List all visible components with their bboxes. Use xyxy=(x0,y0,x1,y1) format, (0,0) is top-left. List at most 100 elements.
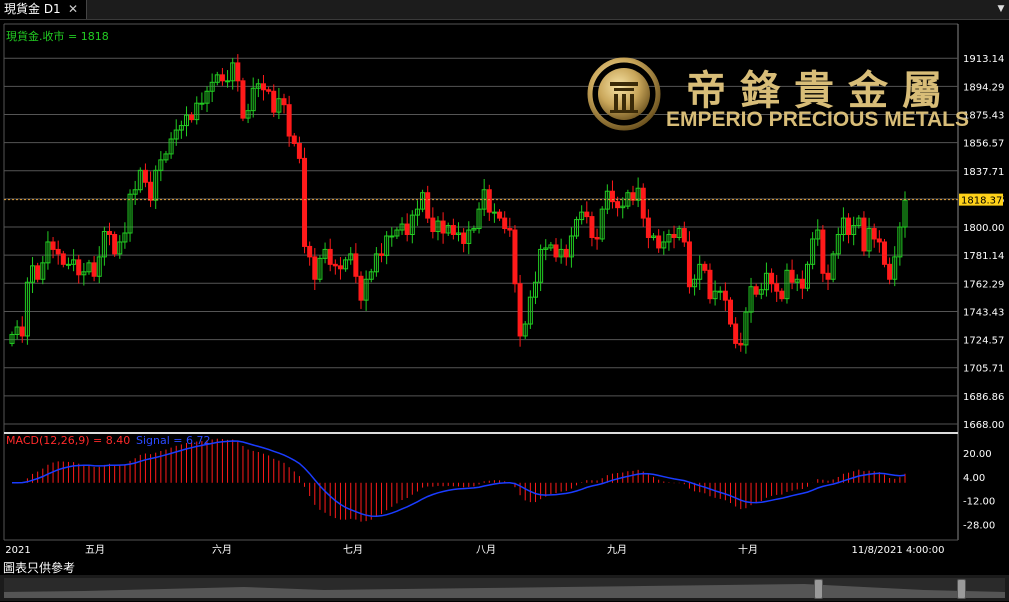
candle-body xyxy=(19,326,25,337)
price-tick-label: 1781.14 xyxy=(963,251,1004,262)
candle-body xyxy=(281,98,287,106)
time-axis-label: 七月 xyxy=(343,544,363,556)
price-tick-label: 1856.57 xyxy=(963,139,1004,150)
candle-body xyxy=(199,102,205,105)
candle-body xyxy=(225,80,231,83)
candle-body xyxy=(774,283,780,292)
macd-readout: MACD(12,26,9) = 8.40 xyxy=(6,434,131,447)
price-tick-label: 1705.71 xyxy=(963,364,1004,375)
time-axis-label: 九月 xyxy=(607,544,627,556)
candle-body xyxy=(148,181,154,201)
scroll-track[interactable] xyxy=(4,578,1005,598)
candle-body xyxy=(142,169,148,183)
candle-body xyxy=(353,253,359,277)
candle-body xyxy=(266,89,272,92)
candle-body xyxy=(553,244,559,258)
candle-body xyxy=(584,211,590,218)
candle-body xyxy=(589,216,595,238)
candle-body xyxy=(91,262,97,277)
candle-body xyxy=(358,275,364,301)
candle-body xyxy=(846,217,852,235)
candle-body xyxy=(337,265,343,270)
price-tick-label: 1668.00 xyxy=(963,420,1004,431)
price-tick-label: 1894.29 xyxy=(963,82,1004,93)
macd-tick-label: 20.00 xyxy=(963,449,992,460)
candle-body xyxy=(722,290,728,301)
candle-body xyxy=(671,234,677,238)
chart-scrollbar[interactable] xyxy=(0,575,1009,601)
candle-body xyxy=(594,236,600,240)
candle-body xyxy=(517,283,523,337)
disclaimer-text: 圖表只供參考 xyxy=(3,561,76,575)
candle-body xyxy=(271,90,277,113)
chart-area[interactable]: 1913.14 1894.29 1875.43 1856.57 1837.71 1818.… xyxy=(0,20,1009,566)
candle-body xyxy=(799,278,805,289)
brand-english-name: EMPERIO PRECIOUS METALS xyxy=(666,108,969,131)
candle-body xyxy=(286,104,292,137)
tab-title: 現貨金 D1 xyxy=(4,2,61,16)
candle-body xyxy=(307,245,313,258)
tab-spot-gold-d1[interactable]: 現貨金 D1 ✕ xyxy=(0,0,87,19)
candle-body xyxy=(861,217,867,252)
candle-body xyxy=(779,290,785,300)
candle-body xyxy=(645,217,651,238)
candle-body xyxy=(881,241,887,265)
scroll-minimap xyxy=(4,584,1005,598)
candle-body xyxy=(332,263,338,267)
candle-body xyxy=(296,142,302,159)
candle-body xyxy=(876,238,882,243)
brand-emblem-icon xyxy=(587,57,661,131)
candle-body xyxy=(733,323,739,344)
time-axis-label: 八月 xyxy=(476,544,496,556)
candle-body xyxy=(512,229,518,285)
candle-body xyxy=(404,223,410,235)
scroll-handle-right[interactable] xyxy=(957,579,966,599)
candle-body xyxy=(112,234,118,255)
candle-body xyxy=(507,228,513,231)
candle-body xyxy=(430,217,436,233)
brand-logo: 帝鋒貴金屬 EMPERIO PRECIOUS METALS xyxy=(586,56,969,136)
candle-body xyxy=(327,248,333,265)
candle-body xyxy=(738,342,744,346)
candle-body xyxy=(707,269,713,300)
candle-body xyxy=(425,192,431,219)
candle-body xyxy=(497,211,503,219)
candle-body xyxy=(717,290,723,293)
candle-body xyxy=(379,253,385,256)
price-tick-label: 1686.86 xyxy=(963,392,1004,403)
candle-body xyxy=(35,265,41,280)
candle-body xyxy=(681,228,687,243)
candle-body xyxy=(60,253,66,265)
candle-body xyxy=(656,235,662,249)
candle-body xyxy=(291,135,297,144)
candle-body xyxy=(450,225,456,235)
current-price-label: 1818.37 xyxy=(961,196,1002,207)
candle-body xyxy=(825,272,831,280)
candle-body xyxy=(820,229,826,274)
candle-body xyxy=(702,263,708,271)
candle-body xyxy=(502,217,508,230)
chart-menu-icon[interactable]: ▼ xyxy=(995,2,1007,16)
time-axis-label: 五月 xyxy=(85,544,105,556)
candle-body xyxy=(260,83,266,91)
candle-body xyxy=(563,248,569,258)
macd-tick-label: -12.00 xyxy=(963,497,995,508)
candle-body xyxy=(769,272,775,285)
price-tick-label: 1800.00 xyxy=(963,223,1004,234)
close-tab-icon[interactable]: ✕ xyxy=(68,0,78,19)
price-tick-label: 1762.29 xyxy=(963,279,1004,290)
price-tick-label: 1913.14 xyxy=(963,54,1004,65)
time-axis-label: 六月 xyxy=(212,544,232,556)
candle-body xyxy=(686,241,692,288)
candle-body xyxy=(235,62,241,82)
candle-body xyxy=(461,232,467,244)
time-axis-label: 2021 xyxy=(5,545,30,556)
candle-body xyxy=(630,192,636,201)
candle-body xyxy=(219,74,225,82)
candle-body xyxy=(753,286,759,295)
candle-body xyxy=(640,187,646,219)
scroll-handle-left[interactable] xyxy=(814,579,823,599)
signal-readout: Signal = 6.72 xyxy=(136,434,211,447)
time-axis-label: 十月 xyxy=(738,543,758,556)
candle-body xyxy=(440,220,446,234)
